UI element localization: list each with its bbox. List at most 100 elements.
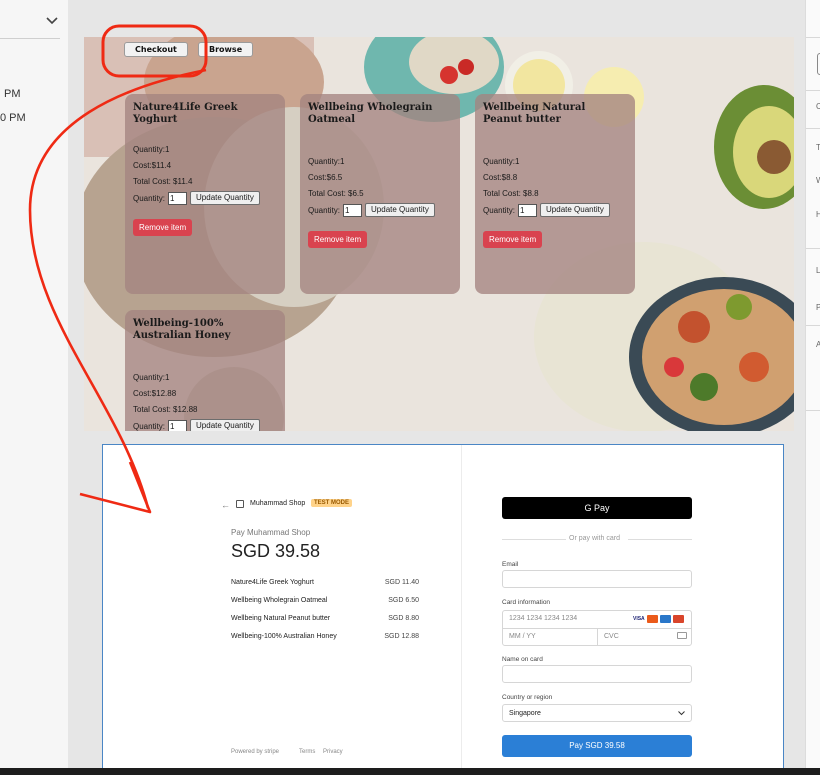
terms-link[interactable]: Terms (299, 749, 315, 755)
item-quantity: Quantity:1 (133, 373, 170, 382)
panel-label: H (816, 210, 820, 219)
divider (806, 37, 820, 38)
powered-by-stripe[interactable]: Powered by stripe (231, 749, 279, 755)
item-cost: Cost:$11.4 (133, 161, 172, 170)
line-item-price: SGD 11.40 (384, 579, 419, 586)
item-total-cost: Total Cost: $8.8 (483, 189, 539, 198)
item-name: Nature4Life Greek Yoghurt (133, 102, 238, 125)
panel-label: C (816, 102, 820, 111)
name-on-card-field[interactable] (502, 665, 692, 683)
item-quantity: Quantity:1 (483, 157, 520, 166)
item-cost: Cost:$6.5 (308, 173, 343, 182)
quantity-label: Quantity: (483, 205, 516, 215)
update-quantity-button[interactable]: Update Quantity (540, 203, 610, 217)
item-name: Wellbeing-100% Australian Honey (133, 318, 231, 341)
mastercard-icon (647, 615, 658, 623)
chevron-down-icon (678, 711, 685, 716)
quantity-label: Quantity: (308, 205, 341, 215)
amex-icon (660, 615, 671, 623)
google-pay-button[interactable]: G Pay (502, 497, 692, 519)
shop-screenshot: Checkout Browse Nature4Life Greek Yoghur… (84, 37, 794, 431)
cvc-card-icon (677, 632, 687, 639)
update-quantity-button[interactable]: Update Quantity (190, 191, 260, 205)
card-brands: VISA (633, 615, 684, 623)
country-select[interactable]: Singapore (502, 704, 692, 722)
item-total-cost: Total Cost: $12.88 (133, 405, 198, 414)
time-label: 0 PM (0, 112, 26, 124)
cvc-input[interactable]: CVC (604, 633, 619, 640)
divider (502, 539, 566, 540)
country-value: Singapore (509, 710, 541, 717)
quantity-label: Quantity: (133, 193, 166, 203)
line-item-name: Nature4Life Greek Yoghurt (231, 579, 314, 586)
card-number-input[interactable]: 1234 1234 1234 1234 (509, 615, 577, 622)
time-label: PM (4, 88, 21, 100)
line-item-price: SGD 8.80 (388, 615, 419, 622)
right-panel: C T W H L P A (805, 0, 820, 768)
browse-nav-button[interactable]: Browse (198, 42, 254, 57)
back-arrow-icon[interactable]: ← (221, 500, 230, 510)
quantity-input[interactable]: 1 (343, 203, 363, 217)
taskbar (0, 768, 820, 775)
panel-label: W (816, 176, 820, 185)
line-item-price: SGD 12.88 (384, 633, 419, 640)
quantity-label: Quantity: (133, 421, 166, 431)
divider (806, 128, 820, 129)
panel-label: A (816, 340, 820, 349)
quantity-input[interactable]: 1 (168, 191, 188, 205)
left-panel: PM 0 PM (0, 0, 68, 768)
quantity-row: Quantity: 1 Update Quantity (133, 419, 277, 431)
item-quantity: Quantity:1 (133, 145, 170, 154)
divider (806, 90, 820, 91)
quantity-row: Quantity: 1 Update Quantity (483, 203, 627, 217)
item-name: Wellbeing Wholegrain Oatmeal (308, 102, 433, 125)
chevron-down-icon[interactable] (46, 16, 58, 26)
item-name: Wellbeing Natural Peanut butter (483, 102, 586, 125)
cart-item-card: Wellbeing Wholegrain Oatmeal Quantity:1 … (300, 94, 460, 294)
divider (0, 38, 60, 39)
cart-item-card: Wellbeing-100% Australian Honey Quantity… (125, 310, 285, 431)
item-cost: Cost:$12.88 (133, 389, 177, 398)
shop-name: Muhammad Shop (250, 500, 306, 507)
divider (806, 248, 820, 249)
visa-icon: VISA (633, 616, 645, 622)
name-on-card-label: Name on card (502, 656, 543, 663)
or-pay-with-card-label: Or pay with card (569, 535, 620, 542)
pay-button[interactable]: Pay SGD 39.58 (502, 735, 692, 757)
quantity-row: Quantity: 1 Update Quantity (133, 191, 277, 205)
card-information-label: Card information (502, 599, 551, 606)
divider (806, 325, 820, 326)
line-item-price: SGD 6.50 (388, 597, 419, 604)
line-item-name: Wellbeing Natural Peanut butter (231, 615, 331, 622)
quantity-input[interactable]: 1 (168, 419, 188, 431)
panel-label: P (816, 303, 820, 312)
panel-label: L (816, 266, 820, 275)
country-label: Country or region (502, 694, 553, 701)
order-total: SGD 39.58 (231, 541, 321, 561)
remove-item-button[interactable]: Remove item (483, 231, 543, 248)
line-item-name: Wellbeing-100% Australian Honey (231, 633, 337, 640)
divider (628, 539, 692, 540)
item-quantity: Quantity:1 (308, 157, 345, 166)
divider (597, 628, 598, 646)
privacy-link[interactable]: Privacy (323, 749, 343, 755)
email-field[interactable] (502, 570, 692, 588)
panel-label: T (816, 143, 820, 152)
update-quantity-button[interactable]: Update Quantity (365, 203, 435, 217)
item-total-cost: Total Cost: $11.4 (133, 177, 193, 186)
pay-merchant-label: Pay Muhammad Shop (231, 528, 311, 537)
jcb-icon (673, 615, 684, 623)
update-quantity-button[interactable]: Update Quantity (190, 419, 260, 431)
shop-logo-icon (236, 500, 244, 508)
line-item-name: Wellbeing Wholegrain Oatmeal (231, 597, 328, 604)
remove-item-button[interactable]: Remove item (308, 231, 368, 248)
quantity-input[interactable]: 1 (518, 203, 538, 217)
expiry-input[interactable]: MM / YY (509, 633, 536, 640)
card-information-field[interactable]: 1234 1234 1234 1234 VISA MM / YY CVC (502, 610, 692, 646)
remove-item-button[interactable]: Remove item (133, 219, 193, 236)
item-total-cost: Total Cost: $6.5 (308, 189, 364, 198)
stripe-checkout-page: ← Muhammad Shop TEST MODE Pay Muhammad S… (102, 444, 784, 769)
checkout-nav-button[interactable]: Checkout (124, 42, 188, 57)
cart-item-card: Nature4Life Greek Yoghurt Quantity:1 Cos… (125, 94, 285, 294)
quantity-row: Quantity: 1 Update Quantity (308, 203, 452, 217)
